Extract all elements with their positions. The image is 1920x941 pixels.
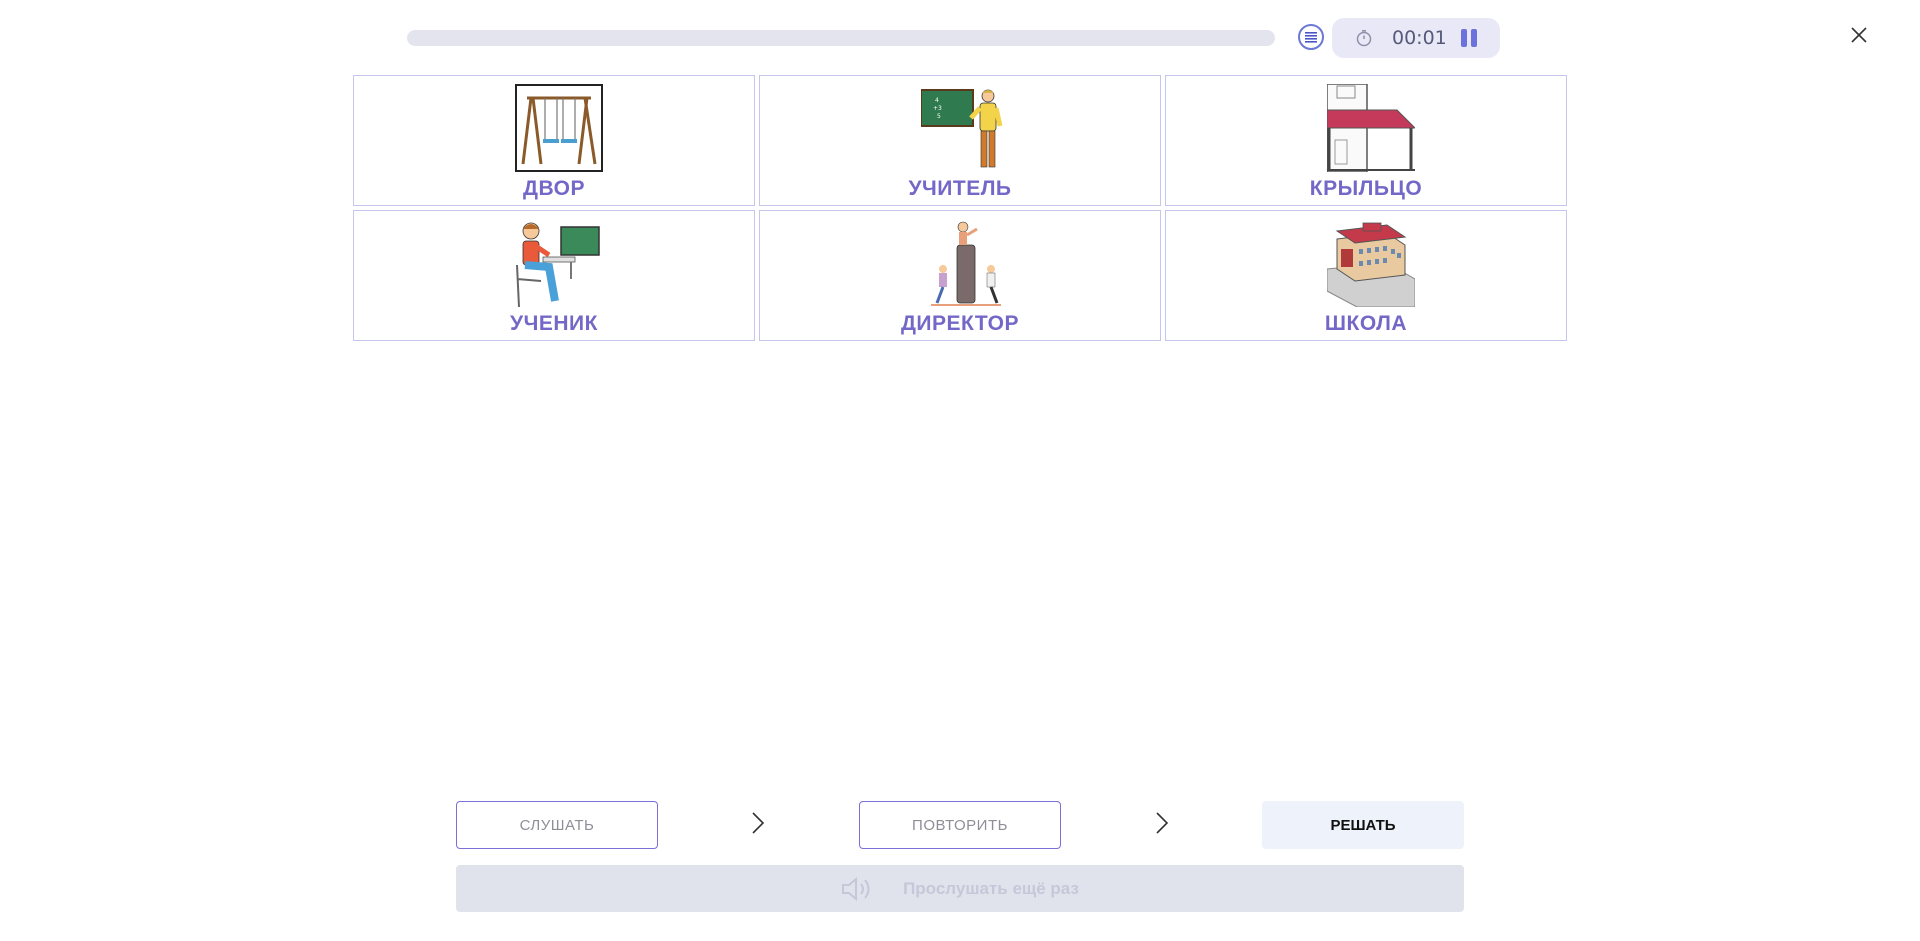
card-word: КРЫЛЬЦО [1309,177,1423,200]
porch-picture [1327,84,1415,172]
pause-button[interactable] [1460,29,1478,47]
svg-text:4: 4 [935,97,939,104]
card-word: УЧЕНИК [510,312,598,335]
stopwatch-icon [1356,30,1372,47]
listen-button[interactable]: СЛУШАТЬ [456,801,658,849]
school-building-picture [1327,222,1415,307]
replay-button[interactable]: Прослушать ещё раз [456,865,1464,912]
student-at-desk-picture [516,222,600,307]
timer-panel: 00:01 [1332,18,1500,58]
close-icon [1851,27,1867,43]
word-card[interactable]: ДВОР [353,75,755,206]
list-icon [1305,32,1317,43]
speaker-icon [842,876,870,901]
director-picture [931,221,1001,306]
chevron-right-icon [752,812,765,834]
card-word: ШКОЛА [1324,312,1408,335]
repeat-button[interactable]: ПОВТОРИТЬ [859,801,1061,849]
replay-label: Прослушать ещё раз [903,878,1079,898]
swing-picture [515,84,603,172]
card-word: ДИРЕКТОР [900,312,1020,335]
word-card[interactable]: УЧЕНИК [353,210,755,341]
chevron-right-icon [1156,812,1169,834]
word-card[interactable]: ШКОЛА [1165,210,1567,341]
word-card[interactable]: КРЫЛЬЦО [1165,75,1567,206]
word-card[interactable]: 4 +3 5 УЧИТЕЛЬ [759,75,1161,206]
word-card-grid: ДВОР 4 +3 5 УЧИТЕЛЬ КРЫЛЬЦО УЧЕНИК ДИРЕК… [353,75,1567,341]
card-word: ДВОР [523,177,585,200]
list-button[interactable] [1298,24,1324,50]
close-button[interactable] [1849,25,1869,45]
word-card[interactable]: ДИРЕКТОР [759,210,1161,341]
progress-bar [407,30,1275,46]
svg-text:5: 5 [937,113,941,120]
timer-value: 00:01 [1392,27,1447,49]
solve-button[interactable]: РЕШАТЬ [1262,801,1464,849]
card-word: УЧИТЕЛЬ [908,177,1012,200]
teacher-at-blackboard-picture: 4 +3 5 [921,89,1003,168]
svg-text:+3: +3 [933,105,942,112]
